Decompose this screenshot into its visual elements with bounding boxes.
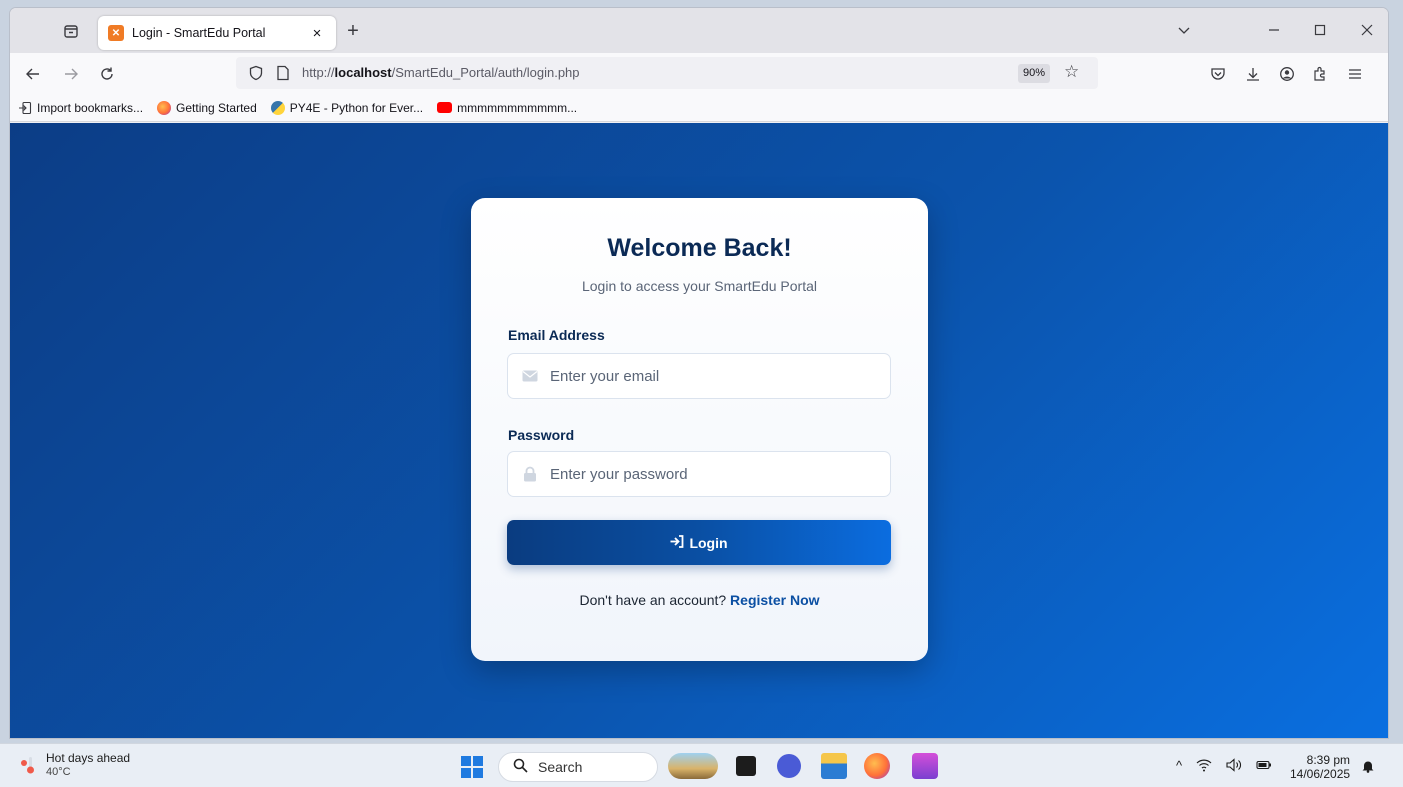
bookmark-import[interactable]: Import bookmarks... xyxy=(18,101,143,115)
login-button[interactable]: Login xyxy=(507,520,891,565)
pocket-icon[interactable] xyxy=(1207,63,1229,85)
minimize-icon[interactable] xyxy=(1264,20,1284,40)
bookmark-star-icon[interactable]: ☆ xyxy=(1064,62,1079,82)
register-link[interactable]: Register Now xyxy=(730,592,819,608)
navigation-bar: http://localhost/SmartEdu_Portal/auth/lo… xyxy=(10,53,1388,94)
email-field[interactable] xyxy=(507,353,891,399)
url-bar[interactable]: http://localhost/SmartEdu_Portal/auth/lo… xyxy=(236,57,1098,89)
register-prompt: Don't have an account? xyxy=(579,592,727,608)
login-button-label: Login xyxy=(689,534,728,551)
import-icon xyxy=(18,101,32,115)
weather-title: Hot days ahead xyxy=(46,751,131,765)
thermometer-icon xyxy=(20,753,36,777)
page-subtitle: Login to access your SmartEdu Portal xyxy=(581,278,817,294)
forward-arrow-icon[interactable] xyxy=(60,63,82,85)
password-label: Password xyxy=(508,427,575,443)
firefox-taskbar-icon[interactable] xyxy=(864,753,890,779)
battery-icon[interactable] xyxy=(1256,758,1272,775)
weather-temp: 40°C xyxy=(46,766,71,778)
new-tab-button[interactable]: + xyxy=(344,21,362,41)
wifi-icon[interactable] xyxy=(1196,758,1212,775)
clock-time: 8:39 pm xyxy=(1306,753,1350,767)
tab-title: Login - SmartEdu Portal xyxy=(132,26,266,40)
tab-list-icon[interactable] xyxy=(62,22,80,40)
reload-icon[interactable] xyxy=(96,63,118,85)
bookmark-py4e[interactable]: PY4E - Python for Ever... xyxy=(270,100,423,115)
windows-taskbar: Hot days ahead 40°C Search ^ 8:39 pm 14/… xyxy=(0,743,1403,787)
page-background: Welcome Back! Login to access your Smart… xyxy=(10,123,1388,738)
weather-widget[interactable]: Hot days ahead 40°C xyxy=(20,751,130,779)
page-icon[interactable] xyxy=(276,65,290,86)
volume-icon[interactable] xyxy=(1226,758,1242,775)
envelope-icon xyxy=(522,368,538,384)
download-icon[interactable] xyxy=(1242,63,1264,85)
page-title: Welcome Back! xyxy=(607,234,792,262)
maximize-icon[interactable] xyxy=(1310,20,1330,40)
url-text[interactable]: http://localhost/SmartEdu_Portal/auth/lo… xyxy=(302,65,580,80)
email-label: Email Address xyxy=(508,327,605,343)
windows-start-icon[interactable] xyxy=(461,756,483,778)
media-app-icon[interactable] xyxy=(912,753,938,779)
close-window-icon[interactable] xyxy=(1357,20,1377,40)
close-tab-icon[interactable]: × xyxy=(308,24,326,42)
taskbar-search-label: Search xyxy=(538,759,583,775)
tab-login[interactable]: ✕ Login - SmartEdu Portal × xyxy=(98,16,336,50)
chat-icon[interactable] xyxy=(777,754,801,778)
email-input[interactable] xyxy=(550,354,880,398)
clock-date: 14/06/2025 xyxy=(1290,767,1351,781)
chevron-down-icon[interactable] xyxy=(1174,20,1194,40)
zoom-level[interactable]: 90% xyxy=(1018,64,1050,83)
system-tray: ^ xyxy=(1176,758,1272,775)
register-prompt-line: Don't have an account? Register Now xyxy=(471,592,928,608)
bookmarks-bar: Import bookmarks... Getting Started PY4E… xyxy=(10,94,1388,122)
password-field[interactable] xyxy=(507,451,891,497)
password-input[interactable] xyxy=(550,452,880,496)
extensions-icon[interactable] xyxy=(1309,63,1331,85)
bookmark-getting-started[interactable]: Getting Started xyxy=(157,100,257,115)
search-icon xyxy=(513,758,528,776)
file-explorer-icon[interactable] xyxy=(821,753,847,779)
menu-icon[interactable] xyxy=(1344,63,1366,85)
notification-bell-icon[interactable] xyxy=(1361,759,1375,773)
chevron-up-icon[interactable]: ^ xyxy=(1176,758,1182,775)
system-clock[interactable]: 8:39 pm 14/06/2025 xyxy=(1290,753,1350,781)
shield-icon[interactable] xyxy=(248,65,264,86)
youtube-icon xyxy=(437,102,453,113)
task-view-icon[interactable] xyxy=(736,756,756,776)
browser-window: ✕ Login - SmartEdu Portal × + http://loc… xyxy=(10,8,1388,738)
widgets-icon[interactable] xyxy=(668,753,718,779)
firefox-icon xyxy=(157,100,172,115)
bookmark-youtube[interactable]: mmmmmmmmmmm... xyxy=(437,101,577,115)
login-card: Welcome Back! Login to access your Smart… xyxy=(471,198,928,661)
account-icon[interactable] xyxy=(1276,63,1298,85)
back-arrow-icon[interactable] xyxy=(22,63,44,85)
xampp-icon: ✕ xyxy=(108,25,124,41)
taskbar-search[interactable]: Search xyxy=(498,752,658,782)
tab-bar: ✕ Login - SmartEdu Portal × + xyxy=(10,8,1388,53)
sign-in-icon xyxy=(670,534,684,551)
python-icon xyxy=(270,100,285,115)
lock-icon xyxy=(522,466,538,482)
